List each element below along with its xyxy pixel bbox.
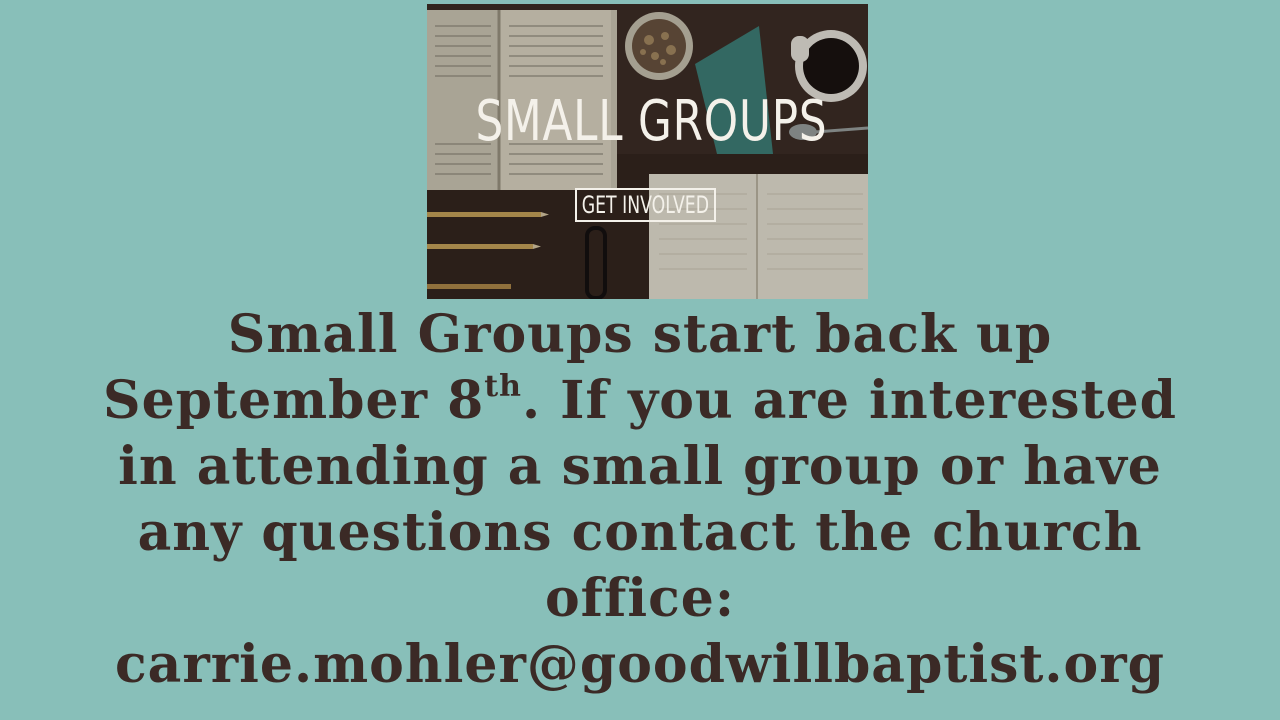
announcement-line-4: any questions contact the church — [137, 502, 1143, 563]
get-involved-label: GET INVOLVED — [581, 191, 710, 219]
announcement-line-3: in attending a small group or have — [118, 436, 1162, 497]
announcement-line-2: September 8th. If you are interested — [40, 368, 1240, 434]
date-ordinal-suffix: th — [484, 369, 522, 404]
announcement-date: September 8 — [103, 370, 485, 431]
announcement-line-5: office: — [544, 568, 736, 629]
small-groups-banner-image: SMALL GROUPS GET INVOLVED — [427, 4, 868, 299]
announcement-line-2-rest: . If you are interested — [521, 370, 1177, 431]
banner-title: SMALL GROUPS — [475, 89, 828, 154]
contact-email: carrie.mohler@goodwillbaptist.org — [115, 634, 1165, 695]
announcement-line-1: Small Groups start back up — [227, 304, 1053, 365]
slide: SMALL GROUPS GET INVOLVED Small Groups s… — [0, 0, 1280, 720]
get-involved-badge: GET INVOLVED — [575, 188, 716, 222]
announcement-text: Small Groups start back up September 8th… — [40, 302, 1240, 698]
